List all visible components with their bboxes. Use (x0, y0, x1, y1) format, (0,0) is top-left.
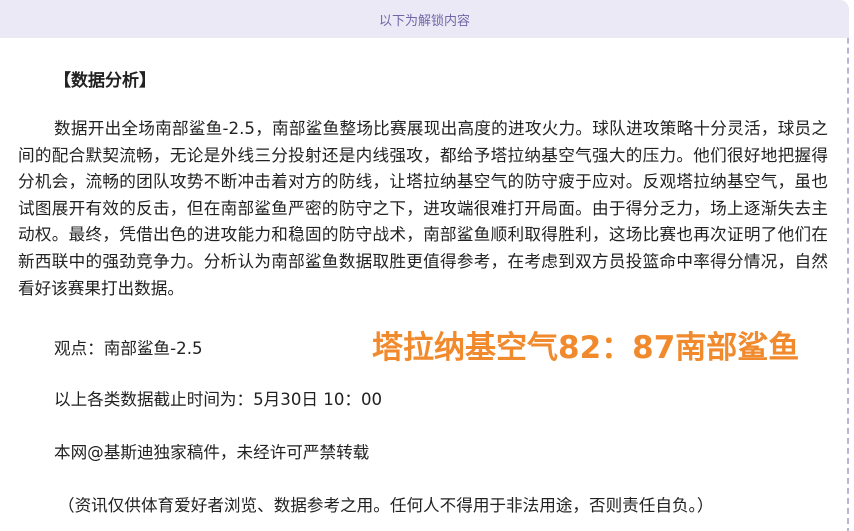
analysis-paragraph: 数据开出全场南部鲨鱼-2.5，南部鲨鱼整场比赛展现出高度的进攻火力。球队进攻策略… (18, 119, 828, 298)
viewpoint-line: 观点：南部鲨鱼-2.5 (54, 339, 203, 358)
score-overlay: 塔拉纳基空气82：87南部鲨鱼 (372, 330, 800, 366)
unlock-banner: 以下为解锁内容 (0, 0, 849, 38)
copyright-line: 本网@基斯迪独家稿件，未经许可严禁转载 (54, 443, 370, 462)
section-heading: 【数据分析】 (54, 71, 156, 91)
unlock-banner-text: 以下为解锁内容 (378, 12, 470, 28)
disclaimer-line: （资讯仅供体育爱好者浏览、数据参考之用。任何人不得用于非法用途，否则责任自负。） (58, 496, 714, 515)
data-cutoff-line: 以上各类数据截止时间为：5月30日 10：00 (54, 390, 383, 409)
